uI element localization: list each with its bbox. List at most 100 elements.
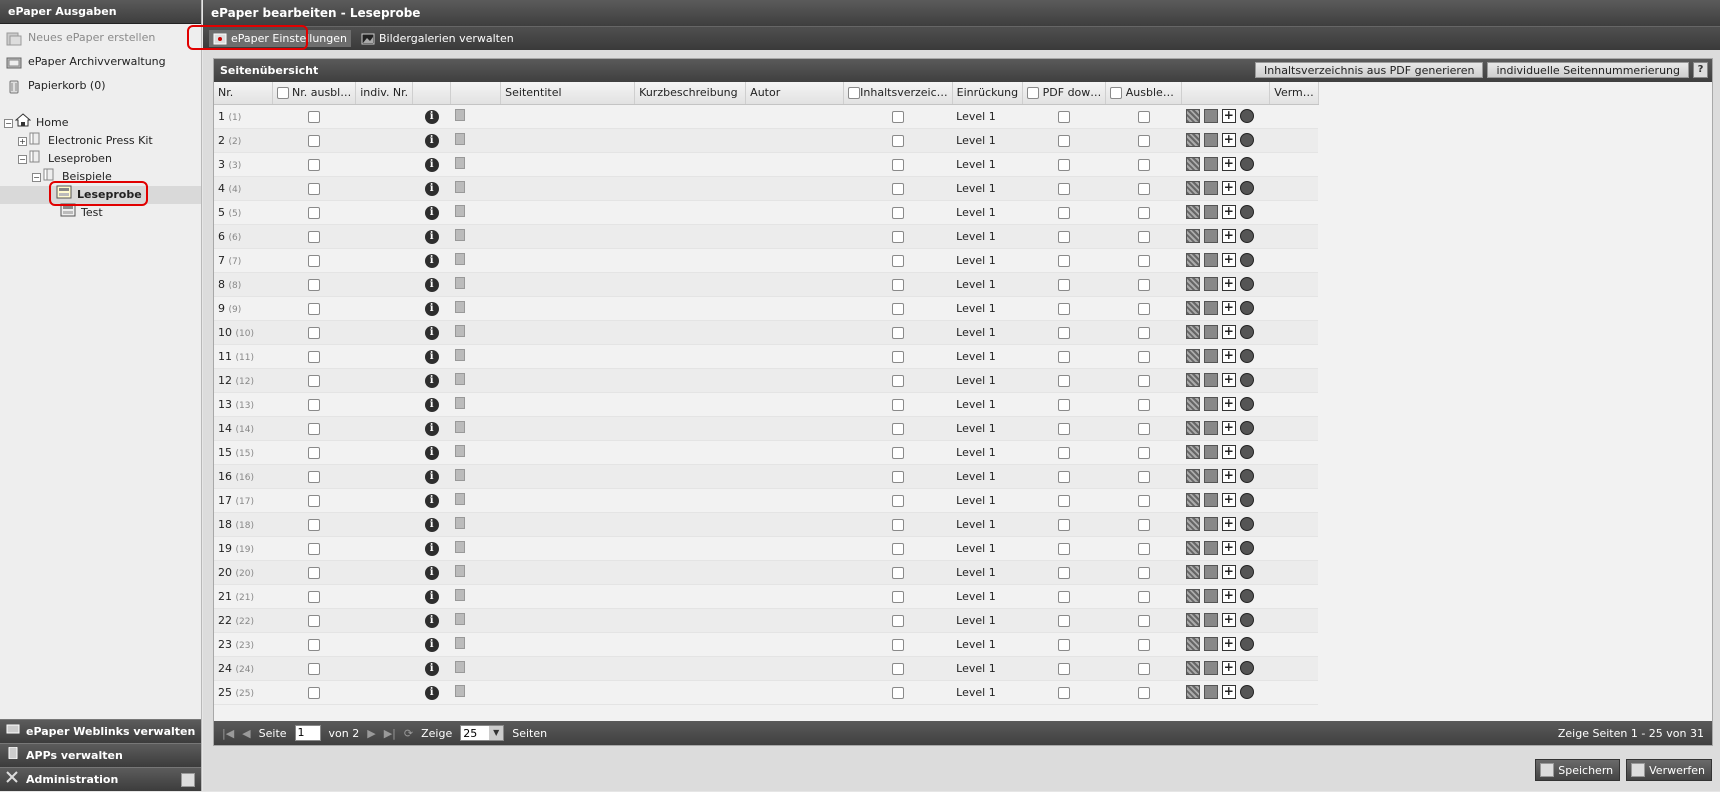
- pdf-download-checkbox[interactable]: [1058, 182, 1071, 195]
- indent-cell[interactable]: Level 1: [952, 512, 1023, 537]
- hide-page-checkbox[interactable]: [1137, 542, 1150, 555]
- info-icon[interactable]: i: [424, 301, 439, 316]
- link-cell[interactable]: [1269, 152, 1319, 177]
- delete-page-icon[interactable]: [1239, 397, 1254, 411]
- short-desc-cell[interactable]: [634, 656, 746, 681]
- hide-page-checkbox[interactable]: [1137, 374, 1150, 387]
- pdf-download-checkbox[interactable]: [1058, 254, 1071, 267]
- copy-page-icon[interactable]: [1203, 589, 1218, 603]
- link-cell[interactable]: [1269, 632, 1319, 657]
- table-row[interactable]: 16 (16) i Level 1 +: [214, 464, 1319, 489]
- indent-cell[interactable]: Level 1: [952, 296, 1023, 321]
- add-page-icon[interactable]: +: [1221, 589, 1236, 603]
- add-page-icon[interactable]: +: [1221, 445, 1236, 459]
- replace-page-icon[interactable]: [1185, 661, 1200, 675]
- add-page-icon[interactable]: +: [1221, 301, 1236, 315]
- add-page-icon[interactable]: +: [1221, 325, 1236, 339]
- author-cell[interactable]: [745, 320, 844, 345]
- link-cell[interactable]: [1269, 416, 1319, 441]
- toc-checkbox[interactable]: [891, 614, 904, 627]
- hide-nr-checkbox[interactable]: [307, 374, 320, 387]
- author-cell[interactable]: [745, 488, 844, 513]
- delete-page-icon[interactable]: [1239, 445, 1254, 459]
- info-icon[interactable]: i: [424, 253, 439, 268]
- replace-page-icon[interactable]: [1185, 349, 1200, 363]
- indiv-nr-cell[interactable]: [355, 272, 413, 297]
- toc-checkbox[interactable]: [891, 494, 904, 507]
- copy-page-icon[interactable]: [1203, 397, 1218, 411]
- replace-page-icon[interactable]: [1185, 421, 1200, 435]
- toc-checkbox[interactable]: [891, 470, 904, 483]
- indent-cell[interactable]: Level 1: [952, 560, 1023, 585]
- delete-page-icon[interactable]: [1239, 205, 1254, 219]
- info-icon[interactable]: i: [424, 373, 439, 388]
- copy-page-icon[interactable]: [1203, 685, 1218, 699]
- col-title[interactable]: Seitentitel: [500, 82, 636, 105]
- title-cell[interactable]: [500, 680, 635, 705]
- administration-nav-item[interactable]: Administration: [0, 767, 201, 791]
- col-pdf[interactable]: PDF dow…: [1022, 82, 1107, 105]
- hide-nr-checkbox[interactable]: [307, 110, 320, 123]
- delete-page-icon[interactable]: [1239, 661, 1254, 675]
- toc-checkbox[interactable]: [891, 590, 904, 603]
- info-icon[interactable]: i: [424, 229, 439, 244]
- table-row[interactable]: 4 (4) i Level 1 +: [214, 176, 1319, 201]
- indent-cell[interactable]: Level 1: [952, 224, 1023, 249]
- page-thumbnail[interactable]: [454, 108, 465, 121]
- hide-page-checkbox[interactable]: [1137, 302, 1150, 315]
- page-thumbnail[interactable]: [454, 612, 465, 625]
- title-cell[interactable]: [500, 272, 635, 297]
- replace-page-icon[interactable]: [1185, 541, 1200, 555]
- toc-checkbox[interactable]: [891, 158, 904, 171]
- indiv-nr-cell[interactable]: [355, 608, 413, 633]
- info-icon[interactable]: i: [424, 517, 439, 532]
- add-page-icon[interactable]: +: [1221, 541, 1236, 555]
- title-cell[interactable]: [500, 632, 635, 657]
- info-icon[interactable]: i: [424, 349, 439, 364]
- author-cell[interactable]: [745, 272, 844, 297]
- page-thumbnail[interactable]: [454, 396, 465, 409]
- copy-page-icon[interactable]: [1203, 301, 1218, 315]
- link-cell[interactable]: [1269, 584, 1319, 609]
- replace-page-icon[interactable]: [1185, 229, 1200, 243]
- title-cell[interactable]: [500, 296, 635, 321]
- archive-menu-item[interactable]: ePaper Archivverwaltung: [0, 50, 201, 74]
- tree-node-epk[interactable]: + Electronic Press Kit: [4, 132, 201, 150]
- hide-page-checkbox[interactable]: [1137, 278, 1150, 291]
- add-page-icon[interactable]: +: [1221, 133, 1236, 147]
- indent-cell[interactable]: Level 1: [952, 128, 1023, 153]
- pdf-download-checkbox[interactable]: [1058, 326, 1071, 339]
- copy-page-icon[interactable]: [1203, 277, 1218, 291]
- collapse-icon[interactable]: −: [4, 118, 13, 128]
- info-icon[interactable]: i: [424, 565, 439, 580]
- add-page-icon[interactable]: +: [1221, 685, 1236, 699]
- short-desc-cell[interactable]: [634, 416, 746, 441]
- tab-epaper-settings[interactable]: ePaper Einstellungen: [209, 30, 351, 47]
- first-page-icon[interactable]: |◀: [222, 727, 234, 740]
- pdf-download-checkbox[interactable]: [1058, 422, 1071, 435]
- select-all-hide-checkbox[interactable]: [1110, 87, 1123, 100]
- link-cell[interactable]: [1269, 224, 1319, 249]
- hide-nr-checkbox[interactable]: [307, 494, 320, 507]
- delete-page-icon[interactable]: [1239, 229, 1254, 243]
- hide-page-checkbox[interactable]: [1137, 590, 1150, 603]
- link-cell[interactable]: [1269, 368, 1319, 393]
- copy-page-icon[interactable]: [1203, 109, 1218, 123]
- hide-nr-checkbox[interactable]: [307, 542, 320, 555]
- add-page-icon[interactable]: +: [1221, 613, 1236, 627]
- replace-page-icon[interactable]: [1185, 157, 1200, 171]
- pdf-download-checkbox[interactable]: [1058, 302, 1071, 315]
- col-hide-nr[interactable]: Nr. ausbl…: [272, 82, 357, 105]
- copy-page-icon[interactable]: [1203, 517, 1218, 531]
- indiv-nr-cell[interactable]: [355, 560, 413, 585]
- pdf-download-checkbox[interactable]: [1058, 566, 1071, 579]
- delete-page-icon[interactable]: [1239, 421, 1254, 435]
- author-cell[interactable]: [745, 248, 844, 273]
- table-row[interactable]: 15 (15) i Level 1 +: [214, 440, 1319, 465]
- hide-nr-checkbox[interactable]: [307, 566, 320, 579]
- weblinks-nav-item[interactable]: ePaper Weblinks verwalten: [0, 719, 201, 743]
- hide-page-checkbox[interactable]: [1137, 638, 1150, 651]
- short-desc-cell[interactable]: [634, 512, 746, 537]
- author-cell[interactable]: [745, 512, 844, 537]
- indent-cell[interactable]: Level 1: [952, 344, 1023, 369]
